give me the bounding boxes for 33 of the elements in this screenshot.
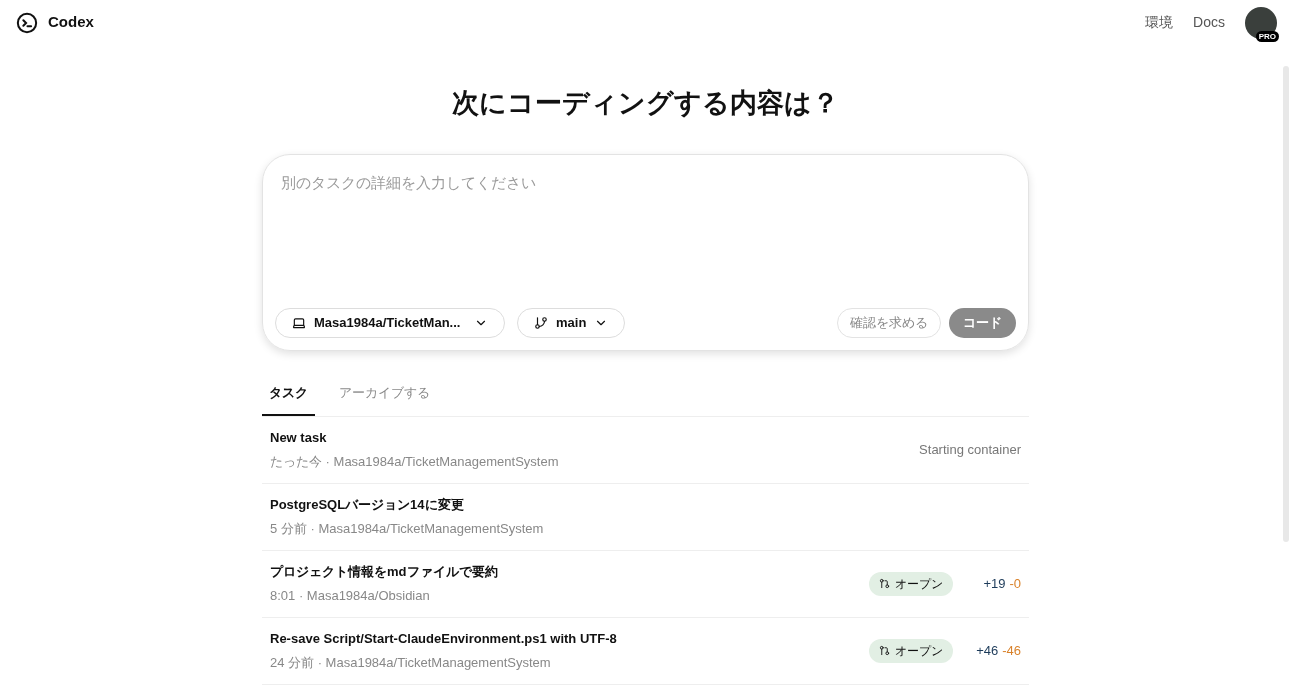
task-meta: 8:01 · Masa1984a/Obsidian: [270, 586, 431, 605]
pull-request-icon: [879, 645, 890, 656]
laptop-icon: [292, 315, 306, 330]
page-heading: 次にコーディングする内容は？: [451, 87, 840, 120]
lines-removed: -0: [1009, 574, 1021, 593]
lines-removed: -46: [1002, 641, 1021, 660]
task-title: PostgreSQLバージョン14に変更: [270, 496, 465, 514]
task-title: プロジェクト情報をmdファイルで要約: [270, 563, 499, 581]
task-row[interactable]: PostgreSQLバージョン14に変更 5 分前 · Masa1984a/TicketManagementSystem: [262, 483, 1029, 551]
brand-name[interactable]: Codex: [48, 11, 94, 34]
task-title: Re-save Script/Start-ClaudeEnvironment.ps1 with UTF-8: [270, 630, 618, 648]
terminal-logo-icon: [16, 11, 38, 34]
branch-icon: [534, 315, 548, 330]
lines-added: +46: [976, 641, 999, 660]
nav-link[interactable]: 環境: [1145, 12, 1174, 33]
pull-request-icon: [879, 578, 890, 589]
task-meta: 24 分前 · Masa1984a/TicketManagementSystem: [270, 653, 552, 672]
task-input-field[interactable]: 別のタスクの詳細を入力してください Masa1984a/TicketMan... main 確認を求める コード: [262, 153, 1029, 351]
task-row[interactable]: New task たった今 · Masa1984a/TicketManagementSystem Starting container: [262, 416, 1029, 484]
task-meta: 5 分前 · Masa1984a/TicketManagementSystem: [270, 519, 545, 538]
task-row[interactable]: Re-save Script/Start-ClaudeEnvironment.ps1 with UTF-8 24 分前 · Masa1984a/TicketManagementSystem オープン +46 -46: [262, 617, 1029, 685]
tab[interactable]: アーカイブする: [325, 372, 444, 416]
pr-status-badge: オープン: [869, 638, 953, 663]
pr-status-badge: オープン: [869, 571, 953, 596]
task-row[interactable]: プロジェクト情報をmdファイルで要約 8:01 · Masa1984a/Obsidian オープン +19 -0: [262, 550, 1029, 618]
lines-added: +19: [983, 574, 1006, 593]
avatar[interactable]: PRO: [1245, 6, 1277, 39]
task-status: Starting container: [919, 440, 1021, 459]
pro-badge: PRO: [1255, 30, 1279, 42]
task-title: New task: [270, 429, 328, 447]
tab[interactable]: タスク: [262, 372, 315, 416]
task-meta: たった今 · Masa1984a/TicketManagementSystem: [270, 452, 560, 471]
nav-link[interactable]: Docs: [1193, 12, 1225, 33]
